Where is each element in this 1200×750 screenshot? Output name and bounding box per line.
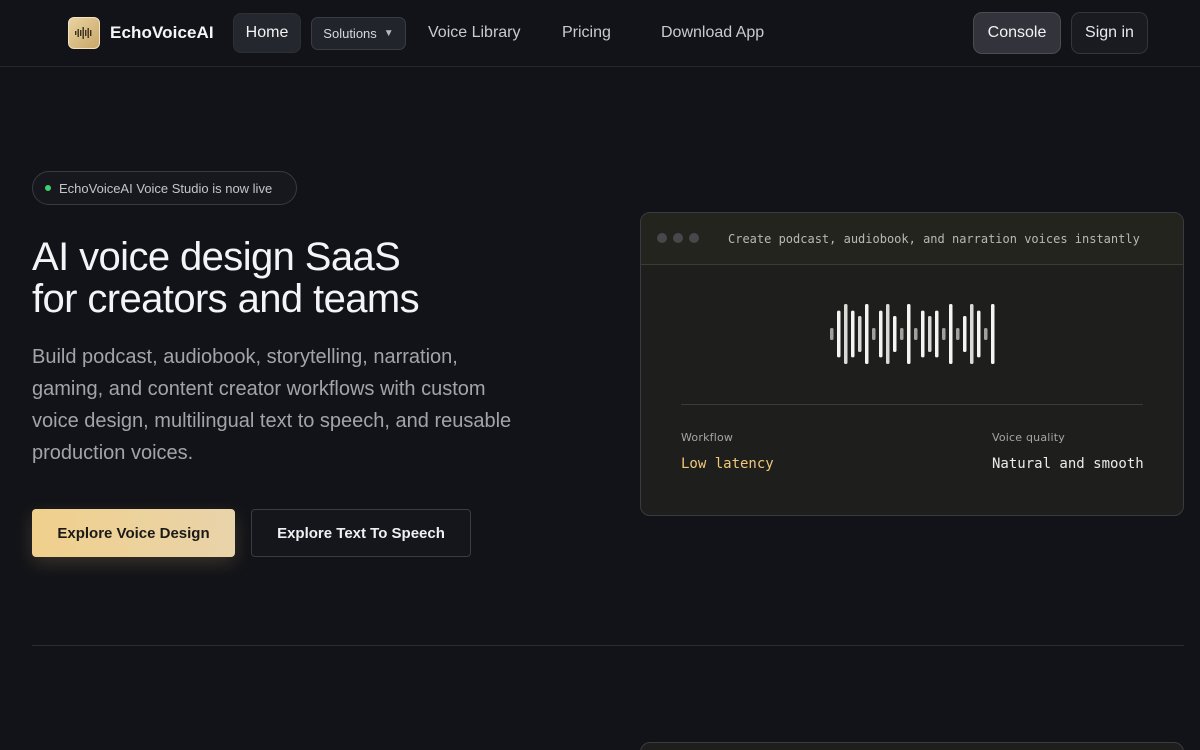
next-card-preview — [640, 742, 1184, 750]
waveform-bar — [893, 316, 897, 352]
waveform-bar — [921, 310, 925, 358]
waveform-bar — [865, 304, 869, 364]
announcement-badge[interactable]: EchoVoiceAI Voice Studio is now live — [32, 171, 297, 205]
section-divider — [32, 645, 1184, 646]
nav-solutions-label: Solutions — [323, 26, 377, 41]
hero-title: AI voice design SaaS for creators and te… — [32, 236, 592, 320]
waveform-bar — [907, 304, 911, 364]
card-divider — [681, 404, 1143, 405]
waveform-bar — [970, 304, 974, 364]
workflow-label: Workflow — [681, 431, 734, 444]
waveform-bar — [851, 310, 855, 358]
hero-title-line-1: AI voice design SaaS — [32, 235, 401, 279]
waveform-bar — [830, 328, 834, 340]
hero-description: Build podcast, audiobook, storytelling, … — [32, 346, 512, 464]
waveform-bar — [991, 304, 995, 364]
waveform-bar — [928, 316, 932, 352]
caret-down-icon: ▼ — [383, 28, 394, 39]
waveform-icon — [68, 17, 100, 49]
waveform-bar — [949, 304, 953, 364]
waveform-bar — [872, 328, 876, 340]
explore-text-to-speech-button[interactable]: Explore Text To Speech — [251, 509, 471, 557]
workflow-value: Low latency — [681, 456, 774, 472]
nav-solutions-dropdown[interactable]: Solutions ▼ — [311, 17, 406, 50]
waveform-bar — [886, 304, 890, 364]
waveform-bar — [914, 328, 918, 340]
window-dot-icon — [657, 233, 667, 243]
announcement-text: EchoVoiceAI Voice Studio is now live — [59, 180, 273, 196]
status-dot-icon — [45, 185, 51, 191]
nav-home[interactable]: Home — [233, 13, 301, 53]
sign-in-button[interactable]: Sign in — [1071, 12, 1148, 54]
waveform-bar — [900, 328, 904, 340]
console-button[interactable]: Console — [973, 12, 1061, 54]
voice-preview-card: Create podcast, audiobook, and narration… — [640, 212, 1184, 516]
nav-download-app[interactable]: Download App — [661, 13, 764, 53]
waveform-bar — [837, 310, 841, 358]
audio-waveform — [830, 304, 995, 364]
waveform-bar — [977, 310, 981, 358]
waveform-bar — [963, 316, 967, 352]
waveform-bar — [984, 328, 988, 340]
waveform-bar — [942, 328, 946, 340]
window-controls — [657, 233, 699, 243]
explore-voice-design-button[interactable]: Explore Voice Design — [32, 509, 235, 557]
brand[interactable]: EchoVoiceAI — [68, 17, 214, 49]
waveform-bar — [956, 328, 960, 340]
top-navigation: EchoVoiceAI Home Solutions ▼ Voice Libra… — [0, 0, 1200, 67]
card-header: Create podcast, audiobook, and narration… — [641, 213, 1183, 265]
nav-pricing[interactable]: Pricing — [562, 13, 611, 53]
waveform-bar — [844, 304, 848, 364]
window-dot-icon — [673, 233, 683, 243]
waveform-bar — [858, 316, 862, 352]
nav-voice-library[interactable]: Voice Library — [428, 13, 521, 53]
waveform-bar — [935, 310, 939, 358]
voice-quality-label: Voice quality — [992, 431, 1065, 444]
brand-name: EchoVoiceAI — [110, 23, 214, 42]
hero-title-line-2: for creators and teams — [32, 277, 420, 321]
window-dot-icon — [689, 233, 699, 243]
card-header-text: Create podcast, audiobook, and narration… — [728, 232, 1140, 246]
waveform-bar — [879, 310, 883, 358]
voice-quality-value: Natural and smooth — [992, 456, 1144, 472]
